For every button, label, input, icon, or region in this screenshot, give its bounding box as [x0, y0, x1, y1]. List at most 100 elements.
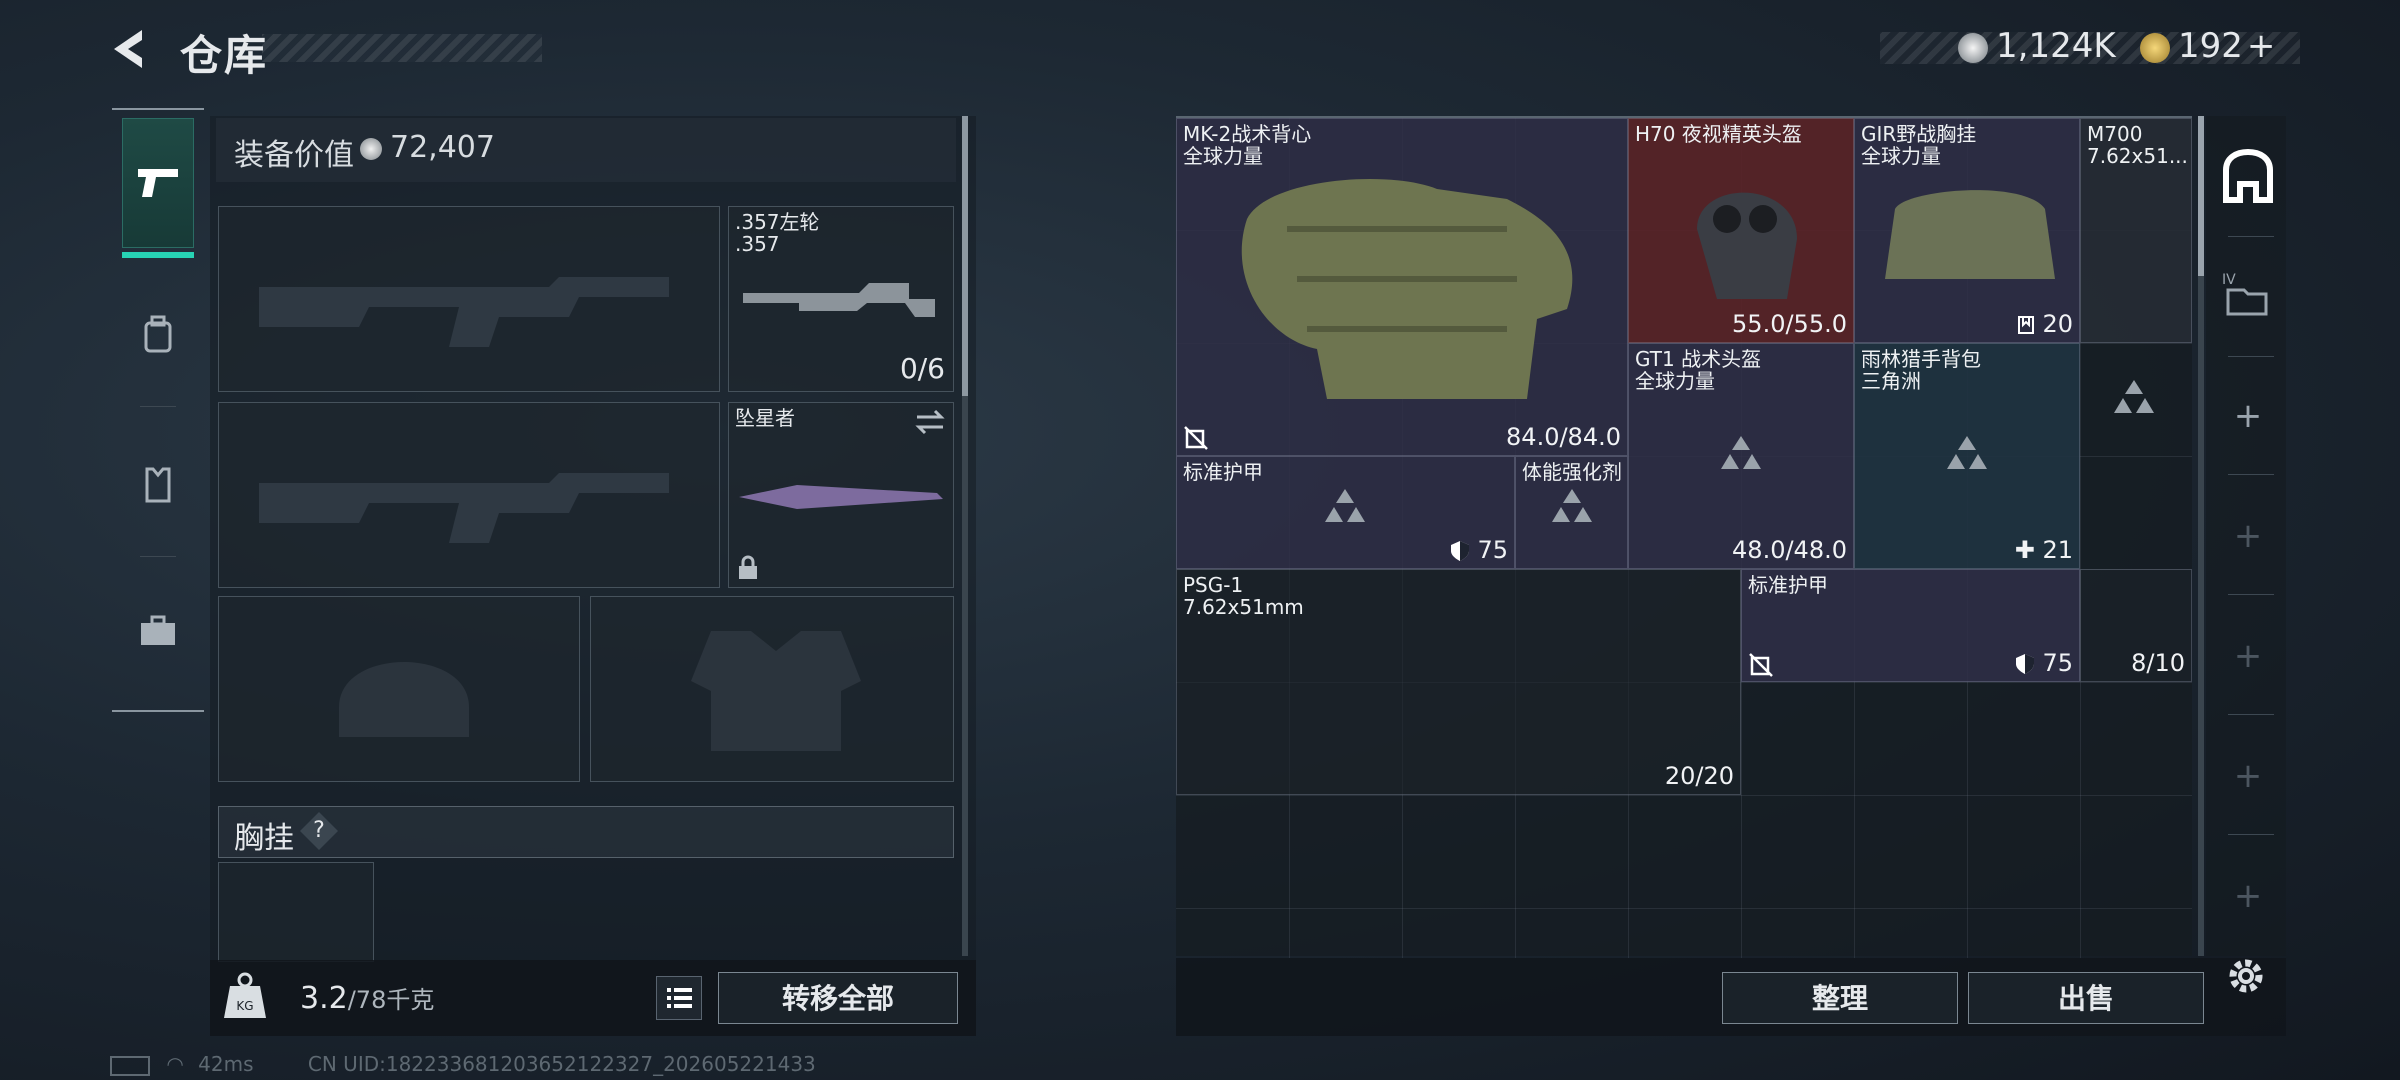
tab-weapons[interactable] [122, 118, 194, 248]
equipment-value-label: 装备价值 [234, 138, 354, 173]
gold-currency[interactable]: 192 + [2140, 26, 2275, 66]
secondary-weapon-slot[interactable] [218, 402, 720, 588]
item-name: GT1 战术头盔 全球力量 [1635, 347, 1762, 393]
stash-item-ammo[interactable]: 8/10 [2080, 569, 2192, 682]
stash-item-chest-rig[interactable]: GIR野战胸挂 全球力量 20 [1854, 118, 2080, 343]
helmet-slot[interactable] [218, 596, 580, 782]
item-capacity: 20 [2017, 310, 2073, 338]
chest-rig-label: 胸挂 [234, 821, 294, 856]
knife-icon [739, 485, 943, 509]
placeholder-triangle-icon [1325, 489, 1365, 522]
tab-vest[interactable] [122, 420, 194, 550]
no-repair-icon [1749, 653, 1773, 677]
add-stash-icon[interactable]: + [2230, 398, 2266, 434]
item-name: H70 夜视精英头盔 [1635, 122, 1802, 146]
add-stash-icon[interactable]: + [2230, 518, 2266, 554]
tab-case[interactable] [122, 566, 194, 696]
equipment-value: 72,407 [390, 130, 495, 165]
grid-line [1176, 908, 2192, 909]
tab-gear[interactable] [122, 270, 194, 400]
svg-text:KG: KG [236, 999, 253, 1013]
rail-separator [140, 556, 176, 557]
add-stash-icon[interactable]: + [2230, 638, 2266, 674]
item-name: PSG-1 7.62x51mm [1183, 573, 1304, 619]
silver-coin-icon [1958, 32, 1988, 63]
item-name: 标准护甲 [1748, 573, 1828, 597]
add-gold-icon[interactable]: + [2247, 26, 2276, 66]
item-name: M700 7.62x51... [2087, 122, 2188, 168]
equipment-scrollbar-thumb[interactable] [962, 116, 968, 396]
stash-item-armor[interactable]: 标准护甲 75 [1741, 569, 2080, 682]
rail-divider [112, 108, 204, 110]
list-icon [667, 988, 692, 1008]
item-name: 标准护甲 [1183, 460, 1263, 484]
back-arrow-icon[interactable] [108, 26, 154, 72]
stash-scrollbar-thumb[interactable] [2198, 116, 2204, 276]
stash-item-vest[interactable]: MK-2战术背心 全球力量 84.0/84.0 [1176, 118, 1628, 456]
settings-gear-icon[interactable] [2224, 954, 2268, 998]
weight-current: 3.2 [300, 981, 348, 1016]
toolbox-icon [141, 615, 175, 645]
gold-coin-icon [2140, 32, 2170, 63]
swap-icon[interactable] [913, 407, 947, 437]
item-durability: 48.0/48.0 [1732, 536, 1847, 564]
stash-item-armor[interactable]: 标准护甲 75 [1176, 456, 1515, 569]
item-armor-level: 75 [2015, 649, 2073, 677]
item-name: GIR野战胸挂 全球力量 [1861, 122, 1977, 168]
placeholder-triangle-icon [1552, 489, 1592, 522]
rail-separator [2228, 834, 2274, 835]
sidearm-ammo-count: 0/6 [899, 352, 945, 385]
revolver-icon [743, 283, 935, 317]
item-durability: 84.0/84.0 [1506, 423, 1621, 451]
item-count: ✚ 21 [2014, 536, 2073, 564]
shield-icon [1450, 541, 1469, 561]
folder-lv-icon[interactable]: IV [2222, 270, 2272, 320]
rail-separator [2228, 474, 2274, 475]
rig-capacity-icon [2017, 316, 2034, 334]
weight-readout: 3.2/78千克 [300, 980, 434, 1016]
page-title: 仓库 [180, 31, 269, 80]
helmet-silhouette-icon [339, 662, 469, 737]
battery-icon [110, 1055, 150, 1076]
status-footer: ◠ 42ms CN UID:182233681203652122327_2026… [110, 1052, 816, 1076]
rifle-silhouette-icon [259, 277, 669, 347]
svg-text:IV: IV [2222, 272, 2236, 288]
chest-rig-slot[interactable] [218, 862, 374, 962]
backpack-icon [144, 315, 172, 353]
primary-weapon-slot[interactable] [218, 206, 720, 392]
item-name: 雨林猎手背包 三角洲 [1861, 347, 1981, 393]
stash-item-m700[interactable]: M700 7.62x51... [2080, 118, 2192, 343]
armor-silhouette-icon [691, 631, 861, 751]
no-repair-icon [1184, 426, 1208, 450]
tactical-vest-icon [1241, 179, 1573, 399]
sidearm-slot[interactable]: .357左轮 .357 0/6 [728, 206, 954, 392]
chest-rig-icon [1885, 190, 2055, 279]
ping-value: 42ms [198, 1052, 254, 1076]
sell-button[interactable]: 出售 [1968, 972, 2204, 1024]
melee-slot[interactable]: 坠星者 [728, 402, 954, 588]
item-ammo: 20/20 [1664, 762, 1734, 790]
transfer-all-button[interactable]: 转移全部 [718, 972, 958, 1024]
stash-item-gt1-helmet[interactable]: GT1 战术头盔 全球力量 48.0/48.0 [1628, 343, 1854, 569]
add-stash-icon[interactable]: + [2230, 758, 2266, 794]
stash-item-stim[interactable]: 体能强化剂 [1515, 456, 1628, 569]
item-ammo: 8/10 [2131, 649, 2185, 677]
stash-home-icon[interactable] [2220, 148, 2276, 204]
placeholder-triangle-icon [1947, 436, 1987, 469]
placeholder-triangle-icon [1721, 436, 1761, 469]
list-view-button[interactable] [656, 976, 702, 1020]
weight-max: /78千克 [347, 986, 435, 1014]
stash-item-backpack[interactable]: 雨林猎手背包 三角洲 ✚ 21 [1854, 343, 2080, 569]
gold-amount: 192 [2178, 26, 2243, 66]
stash-item-psg1[interactable]: PSG-1 7.62x51mm 20/20 [1176, 569, 1741, 795]
rail-divider [112, 710, 204, 712]
rail-separator [2228, 594, 2274, 595]
item-name: 体能强化剂 [1522, 460, 1622, 484]
armor-slot[interactable] [590, 596, 954, 782]
organize-button[interactable]: 整理 [1722, 972, 1958, 1024]
stash-item-nv-helmet[interactable]: H70 夜视精英头盔 55.0/55.0 [1628, 118, 1854, 343]
add-stash-icon[interactable]: + [2230, 878, 2266, 914]
lock-icon [739, 555, 757, 579]
placeholder-triangle-icon [2114, 380, 2154, 413]
weight-icon: KG [224, 972, 266, 1018]
